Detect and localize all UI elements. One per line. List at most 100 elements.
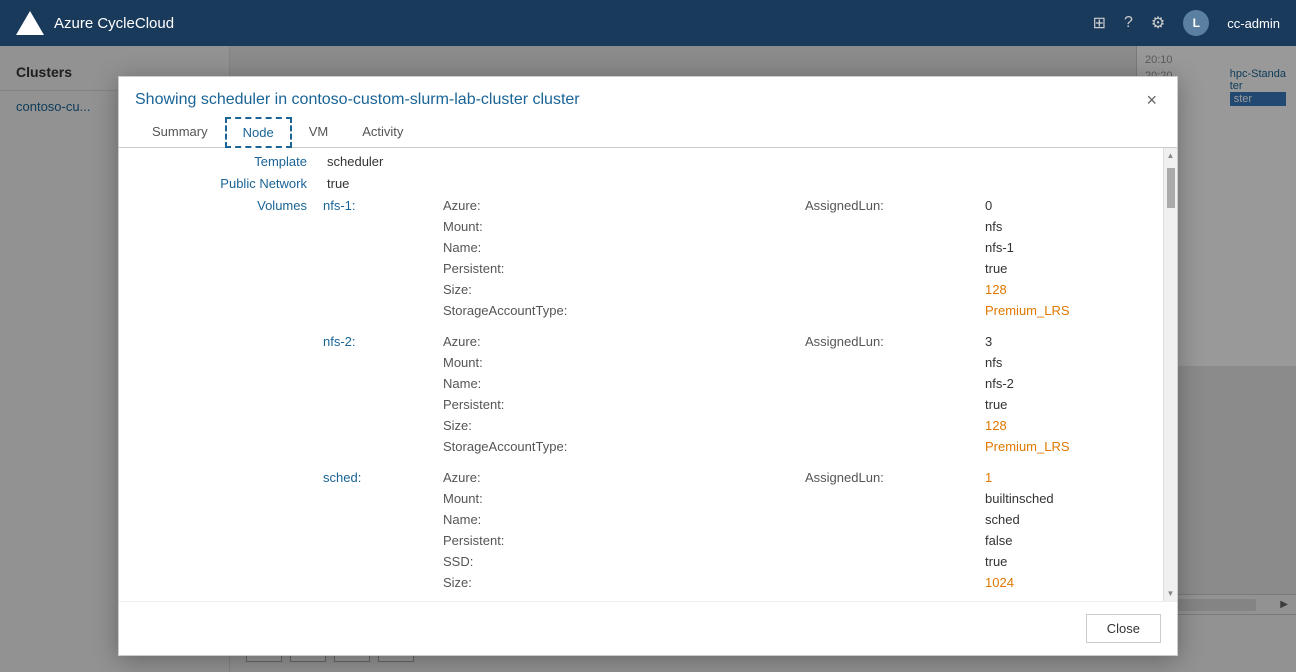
- prop-key: Mount:: [439, 353, 619, 372]
- prop-key: [801, 573, 981, 592]
- prop-val: nfs: [981, 217, 1163, 236]
- prop-key: Azure:: [439, 332, 619, 351]
- volume-sched: sched: Azure: AssignedLun: 1 Mount:: [319, 468, 1163, 592]
- prop-val: [619, 196, 801, 215]
- volume-nfs-1-label: nfs-1:: [319, 196, 439, 320]
- prop-key: [801, 395, 981, 414]
- modal-body: Template scheduler Public Network true V…: [119, 148, 1177, 601]
- prop-key: [801, 217, 981, 236]
- prop-val: 128: [981, 416, 1163, 435]
- prop-key: Name:: [439, 374, 619, 393]
- tab-vm[interactable]: VM: [292, 117, 346, 148]
- tab-summary-label: Summary: [152, 124, 208, 139]
- prop-val: [619, 238, 801, 257]
- prop-key: [801, 510, 981, 529]
- prop-key: [801, 437, 981, 456]
- prop-val: 0: [981, 196, 1163, 215]
- prop-val: 1024: [981, 573, 1163, 592]
- tab-vm-label: VM: [309, 124, 329, 139]
- logo-icon: [16, 11, 44, 35]
- prop-val: [619, 573, 801, 592]
- prop-val: nfs: [981, 353, 1163, 372]
- prop-val: Premium_LRS: [981, 437, 1163, 456]
- modal-vertical-scrollbar[interactable]: ▲ ▼: [1163, 148, 1177, 601]
- prop-val: [619, 280, 801, 299]
- avatar-initial: L: [1193, 16, 1200, 30]
- help-icon[interactable]: ?: [1124, 14, 1133, 32]
- prop-val: [619, 531, 801, 550]
- public-network-value: true: [319, 174, 1163, 196]
- prop-val: nfs-2: [981, 374, 1163, 393]
- prop-val: nfs-1: [981, 238, 1163, 257]
- scroll-down-arrow[interactable]: ▼: [1167, 586, 1175, 601]
- prop-key: Persistent:: [439, 259, 619, 278]
- prop-key: StorageAccountType:: [439, 437, 619, 456]
- prop-key: [801, 416, 981, 435]
- prop-key: [801, 489, 981, 508]
- prop-key: Persistent:: [439, 531, 619, 550]
- prop-val: true: [981, 552, 1163, 571]
- prop-val: [619, 437, 801, 456]
- prop-key: [801, 301, 981, 320]
- tab-activity[interactable]: Activity: [345, 117, 420, 148]
- prop-key: SSD:: [439, 552, 619, 571]
- prop-key: Persistent:: [439, 395, 619, 414]
- prop-key: [801, 552, 981, 571]
- prop-val: [619, 395, 801, 414]
- modal-dialog: Showing scheduler in contoso-custom-slur…: [118, 76, 1178, 656]
- volumes-content: nfs-1: Azure: AssignedLun: 0 Mount:: [319, 196, 1163, 601]
- prop-key: Name:: [439, 510, 619, 529]
- scroll-up-arrow[interactable]: ▲: [1167, 148, 1175, 163]
- prop-key: [801, 238, 981, 257]
- prop-key: AssignedLun:: [801, 332, 981, 351]
- public-network-row: Public Network true: [119, 174, 1163, 196]
- prop-val: builtinsched: [981, 489, 1163, 508]
- prop-key: AssignedLun:: [801, 468, 981, 487]
- prop-val: 3: [981, 332, 1163, 351]
- volume-nfs-1: nfs-1: Azure: AssignedLun: 0 Mount:: [319, 196, 1163, 320]
- modal-close-button[interactable]: ×: [1142, 91, 1161, 109]
- prop-key: AssignedLun:: [801, 196, 981, 215]
- prop-val: [619, 301, 801, 320]
- public-network-label: Public Network: [119, 174, 319, 196]
- prop-val: [619, 259, 801, 278]
- prop-key: Mount:: [439, 217, 619, 236]
- footer-close-button[interactable]: Close: [1086, 614, 1161, 643]
- prop-val: [619, 332, 801, 351]
- template-label: Template: [119, 152, 319, 174]
- volume-nfs-2: nfs-2: Azure: AssignedLun: 3 Mount:: [319, 332, 1163, 456]
- network-icon[interactable]: ⊞: [1093, 13, 1106, 33]
- prop-key: [801, 259, 981, 278]
- prop-val: 128: [981, 280, 1163, 299]
- modal-footer: Close: [119, 601, 1177, 655]
- prop-val: [619, 489, 801, 508]
- tab-activity-label: Activity: [362, 124, 403, 139]
- prop-val: [619, 552, 801, 571]
- prop-key: Mount:: [439, 489, 619, 508]
- tab-summary[interactable]: Summary: [135, 117, 225, 148]
- app-title: Azure CycleCloud: [54, 15, 174, 32]
- volume-sched-label: sched:: [319, 468, 439, 592]
- tab-node[interactable]: Node: [225, 117, 292, 148]
- prop-key: [801, 353, 981, 372]
- template-row: Template scheduler: [119, 152, 1163, 174]
- avatar[interactable]: L: [1183, 10, 1209, 36]
- prop-val: [619, 468, 801, 487]
- prop-key: Azure:: [439, 468, 619, 487]
- prop-key: Size:: [439, 280, 619, 299]
- modal-overlay: Showing scheduler in contoso-custom-slur…: [0, 46, 1296, 672]
- prop-key: [801, 374, 981, 393]
- volumes-label: Volumes: [119, 196, 319, 601]
- prop-val: 1: [981, 468, 1163, 487]
- prop-key: [801, 531, 981, 550]
- settings-icon[interactable]: ⚙: [1151, 13, 1165, 33]
- prop-val: [619, 416, 801, 435]
- prop-key: Azure:: [439, 196, 619, 215]
- content-table[interactable]: Template scheduler Public Network true V…: [119, 148, 1163, 601]
- scrollbar-thumb[interactable]: [1167, 168, 1175, 208]
- username-label: cc-admin: [1227, 16, 1280, 31]
- prop-val: [619, 510, 801, 529]
- modal-tabs: Summary Node VM Activity: [119, 109, 1177, 148]
- prop-val: [619, 353, 801, 372]
- prop-val: sched: [981, 510, 1163, 529]
